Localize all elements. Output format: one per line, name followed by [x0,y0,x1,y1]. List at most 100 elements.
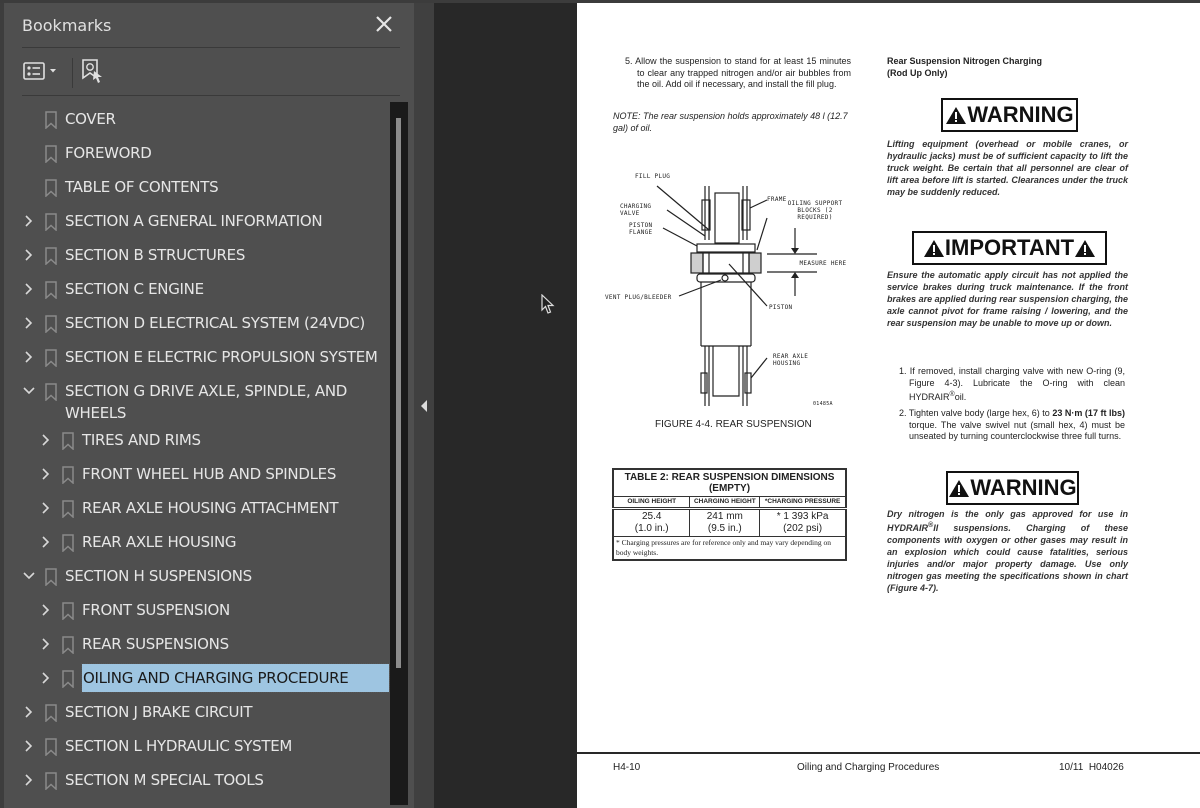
bookmark-scrollbar[interactable] [390,102,408,805]
bookmark-icon [45,213,57,231]
bookmark-label: SECTION M SPECIAL TOOLS [65,771,264,789]
bookmark-label: SECTION D ELECTRICAL SYSTEM (24VDC) [65,314,365,332]
table-footnote: * Charging pressures are for reference o… [612,536,847,561]
separator [22,47,400,48]
chevron-down-icon[interactable] [22,568,36,584]
chevron-right-icon[interactable] [22,281,36,297]
options-menu-button[interactable] [22,59,62,85]
bookmark-tree: COVER FOREWORD TABLE OF CONTENTS SECTION A … [4,102,390,808]
chevron-right-icon[interactable] [22,738,36,754]
mouse-cursor-icon [541,294,555,314]
bookmark-label: SECTION J BRAKE CIRCUIT [65,703,253,721]
bookmark-label: SECTION C ENGINE [65,280,204,298]
bookmark-item[interactable]: SECTION D ELECTRICAL SYSTEM (24VDC) [4,312,390,338]
collapse-left-icon [421,400,427,412]
label-rear-axle-housing: REAR AXLE HOUSING [773,353,809,367]
bookmark-item[interactable]: FOREWORD [4,142,390,168]
chevron-right-icon[interactable] [39,466,53,482]
table-cell: (1.0 in.) [634,523,669,534]
bookmark-item[interactable]: FRONT SUSPENSION [4,599,390,625]
bookmark-item[interactable]: SECTION B STRUCTURES [4,244,390,270]
bookmark-icon [45,349,57,367]
chevron-right-icon[interactable] [39,500,53,516]
warning-label-2: WARNING [946,471,1079,505]
bookmark-item[interactable]: REAR AXLE HOUSING [4,531,390,557]
warning-triangle-icon [923,239,944,257]
find-current-bookmark-button[interactable] [80,57,106,87]
table-title: TABLE 2: REAR SUSPENSION DIMENSIONS (EMP… [612,468,847,497]
bookmark-item[interactable]: FRONT WHEEL HUB AND SPINDLES [4,463,390,489]
figure-id: 01485A [813,401,833,407]
bookmark-label: SECTION A GENERAL INFORMATION [65,212,323,230]
chevron-right-icon[interactable] [22,704,36,720]
warning-text: WARNING [967,102,1074,127]
bookmark-label: REAR SUSPENSIONS [82,635,229,653]
separator [22,95,400,96]
table-cell: 241 mm [706,511,743,522]
chevron-right-icon[interactable] [22,247,36,263]
bookmarks-panel: Bookmarks COVER FOREWORD TABLE OF CONTENTS… [4,3,414,808]
label-charging-valve: CHARGING VALVE [620,203,652,217]
bookmark-label: REAR AXLE HOUSING ATTACHMENT [82,499,339,517]
bookmark-item[interactable]: SECTION C ENGINE [4,278,390,304]
bookmark-item[interactable]: REAR AXLE HOUSING ATTACHMENT [4,497,390,523]
bookmark-label: COVER [65,110,116,128]
step-5-text: 5. Allow the suspension to stand for at … [625,56,851,89]
panel-title: Bookmarks [22,16,112,35]
warning-triangle-icon [1075,239,1096,257]
chevron-right-icon[interactable] [22,213,36,229]
bookmark-icon [45,281,57,299]
bookmark-item[interactable]: COVER [4,108,390,134]
bookmark-search-icon [82,59,102,83]
bookmark-label: TIRES AND RIMS [82,431,201,449]
warning-2-end: II suspensions. Charging of these compon… [887,523,1128,593]
bookmark-item[interactable]: SECTION G DRIVE AXLE, SPINDLE, AND WHEEL… [4,380,390,426]
bookmark-item[interactable]: SECTION J BRAKE CIRCUIT [4,701,390,727]
table-cell: 25.4 [641,511,662,522]
figure-caption: FIGURE 4-4. REAR SUSPENSION [655,419,812,430]
toolbar-divider [72,58,73,88]
document-page-footer: H4-10 Oiling and Charging Procedures 10/… [577,754,1200,808]
footer-title: Oiling and Charging Procedures [797,762,940,773]
label-piston-flange: PISTON FLANGE [629,222,653,236]
warning-1-body: Lifting equipment (overhead or mobile cr… [887,139,1128,197]
bookmark-icon [45,704,57,722]
bookmark-item[interactable]: SECTION A GENERAL INFORMATION [4,210,390,236]
rear-suspension-figure: FILL PLUG CHARGING VALVE PISTON FLANGE F… [605,168,857,413]
bookmark-item[interactable]: SECTION E ELECTRIC PROPULSION SYSTEM [4,346,390,372]
step-1-main: 1. If removed, install charging valve wi… [899,366,1125,402]
warning-2-body: Dry nitrogen is the only gas approved fo… [887,508,1128,594]
step-1-text: 1. If removed, install charging valve wi… [899,366,1125,404]
dimensions-table: TABLE 2: REAR SUSPENSION DIMENSIONS (EMP… [612,468,847,561]
chevron-right-icon[interactable] [22,315,36,331]
scrollbar-thumb[interactable] [396,118,401,668]
bookmark-item[interactable]: REAR SUSPENSIONS [4,633,390,659]
table-header: CHARGING HEIGHT [689,496,761,509]
document-viewer[interactable]: 5. Allow the suspension to stand for at … [434,3,1200,808]
bookmark-label: SECTION E ELECTRIC PROPULSION SYSTEM [65,348,378,366]
chevron-down-icon[interactable] [22,383,36,399]
bookmark-item[interactable]: SECTION H SUSPENSIONS [4,565,390,591]
chevron-right-icon[interactable] [39,602,53,618]
bookmark-icon [45,145,57,163]
bookmark-item[interactable]: TIRES AND RIMS [4,429,390,455]
chevron-right-icon[interactable] [39,432,53,448]
chevron-right-icon[interactable] [39,670,53,686]
bookmark-item[interactable]: SECTION M SPECIAL TOOLS [4,769,390,795]
bookmark-item[interactable]: TABLE OF CONTENTS [4,176,390,202]
bookmark-item[interactable]: OILING AND CHARGING PROCEDURE [4,663,390,693]
label-oiling-blocks: OILING SUPPORT BLOCKS (2 REQUIRED) [787,200,843,221]
step-2-start: 2. Tighten valve body (large hex, 6) to [899,408,1053,418]
close-panel-button[interactable] [372,12,396,36]
important-body: Ensure the automatic apply circuit has n… [887,270,1128,328]
collapse-panel-strip[interactable] [414,3,434,808]
chevron-right-icon[interactable] [39,636,53,652]
note-text: NOTE: The rear suspension holds approxim… [613,111,848,133]
bookmark-item[interactable]: SECTION L HYDRAULIC SYSTEM [4,735,390,761]
document-page: 5. Allow the suspension to stand for at … [577,3,1200,752]
chevron-right-icon[interactable] [22,349,36,365]
chevron-right-icon[interactable] [22,772,36,788]
chevron-right-icon[interactable] [39,534,53,550]
bookmark-icon [45,111,57,129]
bookmark-icon [45,568,57,586]
